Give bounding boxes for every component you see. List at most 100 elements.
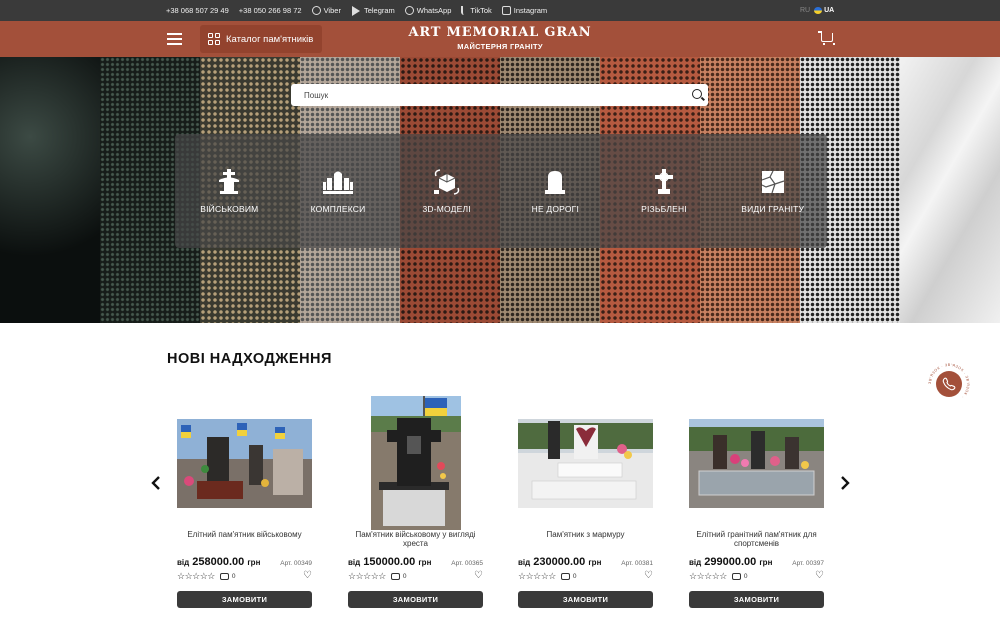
rating-stars-icon[interactable]: ☆☆☆☆☆ (177, 571, 215, 581)
top-bar: +38 068 507 29 49 +38 050 266 98 72 Vibe… (0, 0, 1000, 21)
product-image[interactable] (518, 419, 653, 508)
tiktok-link[interactable]: TikTok (461, 6, 492, 15)
granite-sample (0, 57, 100, 323)
comments[interactable]: 0 (560, 572, 577, 580)
product-image[interactable] (371, 396, 461, 530)
article-number: Арт. 00381 (621, 560, 653, 567)
viber-label: Viber (323, 6, 341, 15)
rating-stars-icon[interactable]: ☆☆☆☆☆ (689, 571, 727, 581)
comment-count: 0 (231, 572, 236, 580)
military-monument-icon (219, 169, 240, 194)
category-3d-models[interactable]: 3D-МОДЕЛІ (392, 134, 501, 248)
price-prefix: від (348, 558, 361, 567)
lang-ua-label: UA (824, 7, 835, 14)
telegram-link[interactable]: Telegram (351, 5, 395, 16)
category-inexpensive[interactable]: НЕ ДОРОГІ (501, 134, 610, 248)
heart-icon[interactable]: ♡ (303, 571, 312, 581)
category-label: 3D-МОДЕЛІ (422, 204, 471, 214)
order-button[interactable]: ЗАМОВИТИ (689, 591, 824, 608)
whatsapp-link[interactable]: WhatsApp (404, 6, 451, 15)
chevron-left-icon[interactable] (151, 476, 161, 490)
comments[interactable]: 0 (731, 572, 747, 580)
product-name[interactable]: Пам'ятник з мармуру (518, 530, 653, 539)
viber-icon (311, 6, 321, 15)
product-card[interactable]: Елітний гранітний пам'ятник для спортсме… (689, 396, 824, 616)
instagram-icon (501, 6, 511, 15)
catalog-label: Каталог пам'ятників (226, 33, 314, 45)
price-row: від 230000.00 грн Арт. 00381 (518, 556, 653, 568)
price-row: від 258000.00 грн Арт. 00349 (177, 556, 312, 568)
category-label: НЕ ДОРОГІ (531, 204, 580, 214)
contacts-bar: +38 068 507 29 49 +38 050 266 98 72 Vibe… (166, 0, 547, 21)
search-icon[interactable] (692, 89, 702, 99)
heart-icon[interactable]: ♡ (644, 571, 653, 581)
phone-link-1[interactable]: +38 068 507 29 49 (166, 6, 229, 15)
category-complexes[interactable]: КОМПЛЕКСИ (284, 134, 393, 248)
category-label: РІЗЬБЛЕНІ (641, 204, 687, 214)
category-label: КОМПЛЕКСИ (310, 204, 366, 214)
price-value: 150000.00 (363, 556, 416, 568)
price-currency: грн (418, 558, 432, 567)
price-value: 258000.00 (192, 556, 245, 568)
product-price: від 150000.00 грн (348, 556, 431, 568)
comments[interactable]: 0 (219, 572, 236, 580)
product-name[interactable]: Пам'ятник військовому у вигляді хреста (348, 530, 483, 548)
category-panel: ВІЙСЬКОВИМ КОМПЛЕКСИ 3D-МОДЕЛІ НЕ ДОРОГІ… (175, 134, 827, 248)
logo-subtitle: МАЙСТЕРНЯ ГРАНІТУ (457, 42, 543, 51)
logo-title: ART MEMORIAL GRAN (408, 25, 592, 40)
product-price: від 299000.00 грн (689, 556, 772, 568)
grid-icon (208, 33, 220, 45)
order-button[interactable]: ЗАМОВИТИ (348, 591, 483, 608)
menu-icon[interactable] (167, 33, 182, 45)
callback-button[interactable]: ЗВ'ЯЗОК · ЗВ'ЯЗОК · ЗВ'ЯЗОК · (928, 363, 970, 405)
category-carved[interactable]: РІЗЬБЛЕНІ (610, 134, 719, 248)
logo[interactable]: ART MEMORIAL GRAN МАЙСТЕРНЯ ГРАНІТУ (400, 25, 600, 52)
comment-count: 0 (572, 572, 577, 580)
product-image[interactable] (689, 419, 824, 508)
order-button[interactable]: ЗАМОВИТИ (518, 591, 653, 608)
cart-icon[interactable] (818, 31, 835, 45)
search-input[interactable] (304, 90, 674, 100)
article-number: Арт. 00397 (792, 560, 824, 567)
phone-link-2[interactable]: +38 050 266 98 72 (239, 6, 302, 15)
category-label: ВІЙСЬКОВИМ (200, 204, 259, 214)
product-meta: ☆☆☆☆☆ 0 ♡ (518, 571, 653, 581)
product-card[interactable]: Елітний пам'ятник військовому від 258000… (177, 396, 312, 616)
comments[interactable]: 0 (390, 572, 406, 580)
rating-stars-icon[interactable]: ☆☆☆☆☆ (518, 571, 556, 581)
rating-stars-icon[interactable]: ☆☆☆☆☆ (348, 571, 386, 581)
comment-icon (731, 572, 741, 580)
product-meta: ☆☆☆☆☆ 0 ♡ (689, 571, 824, 581)
product-name[interactable]: Елітний гранітний пам'ятник для спортсме… (689, 530, 824, 548)
viber-link[interactable]: Viber (311, 6, 341, 15)
product-card[interactable]: Пам'ятник з мармуру від 230000.00 грн Ар… (518, 396, 653, 616)
product-name[interactable]: Елітний пам'ятник військовому (177, 530, 312, 539)
chevron-right-icon[interactable] (840, 476, 850, 490)
lang-ua[interactable]: UA (814, 7, 834, 14)
price-row: від 150000.00 грн Арт. 00365 (348, 556, 483, 568)
product-price: від 258000.00 грн (177, 556, 260, 568)
price-value: 299000.00 (704, 556, 757, 568)
product-meta: ☆☆☆☆☆ 0 ♡ (348, 571, 483, 581)
whatsapp-icon (404, 6, 414, 15)
instagram-link[interactable]: Instagram (501, 6, 547, 15)
article-number: Арт. 00365 (451, 560, 483, 567)
carved-cross-icon (655, 169, 674, 194)
main-header: Каталог пам'ятників ART MEMORIAL GRAN МА… (0, 21, 1000, 57)
granite-types-icon (761, 170, 784, 194)
product-card[interactable]: Пам'ятник військовому у вигляді хреста в… (348, 396, 483, 616)
tombstone-icon (545, 171, 566, 194)
product-image[interactable] (177, 419, 312, 508)
telegram-label: Telegram (363, 6, 395, 15)
lang-ru[interactable]: RU (800, 7, 810, 14)
telegram-icon (351, 5, 360, 16)
product-price: від 230000.00 грн (518, 556, 601, 568)
heart-icon[interactable]: ♡ (815, 571, 824, 581)
catalog-button[interactable]: Каталог пам'ятників (200, 25, 322, 53)
category-military[interactable]: ВІЙСЬКОВИМ (175, 134, 284, 248)
price-currency: грн (588, 558, 602, 567)
order-button[interactable]: ЗАМОВИТИ (177, 591, 312, 608)
category-granite-types[interactable]: ВИДИ ГРАНІТУ (718, 134, 827, 248)
heart-icon[interactable]: ♡ (474, 571, 483, 581)
price-prefix: від (177, 558, 190, 567)
